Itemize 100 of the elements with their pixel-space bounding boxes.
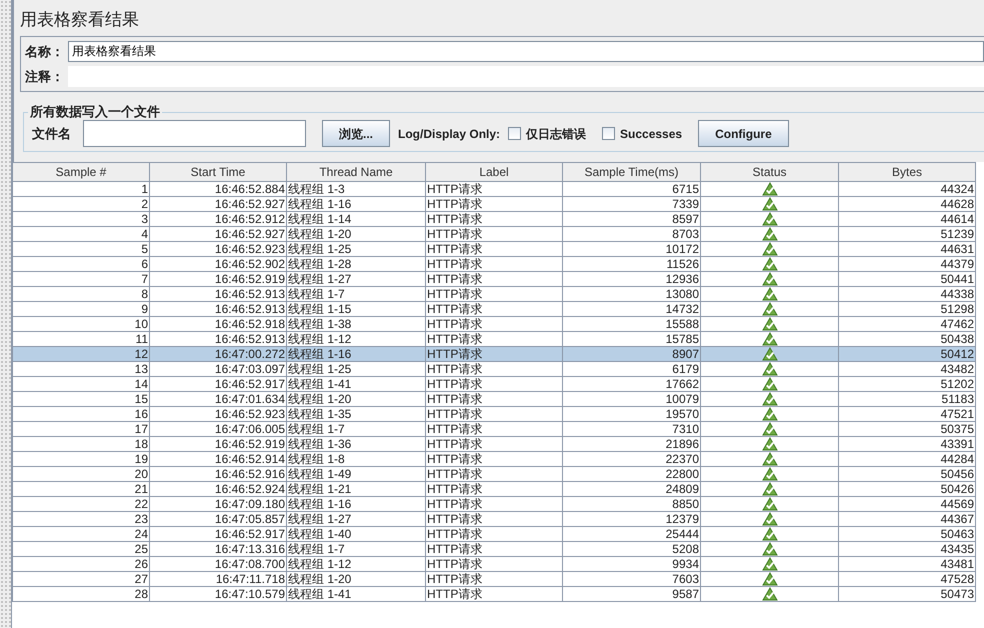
configure-button[interactable]: Configure: [698, 120, 789, 148]
filename-field[interactable]: [83, 120, 306, 148]
table-cell: 51298: [838, 302, 976, 317]
table-cell: 19: [12, 452, 150, 467]
table-cell: 线程组 1-36: [286, 436, 426, 452]
table-cell: 9934: [562, 556, 700, 572]
table-cell: 18: [12, 436, 150, 452]
column-header[interactable]: Sample Time(ms): [562, 162, 700, 182]
table-cell: 13080: [562, 286, 700, 302]
table-cell: 21896: [562, 436, 700, 452]
table-cell: 线程组 1-14: [286, 212, 426, 227]
table-cell: 6715: [562, 182, 700, 197]
table-cell: 线程组 1-8: [286, 452, 426, 467]
table-cell: 9587: [562, 586, 700, 602]
table-cell: 16:46:52.902: [150, 256, 286, 272]
name-field[interactable]: 用表格察看结果: [68, 41, 984, 62]
table-cell: 线程组 1-16: [286, 196, 426, 212]
checkbox[interactable]: [602, 127, 616, 140]
table-cell: 16:46:52.884: [150, 182, 286, 197]
browse-button[interactable]: 浏览...: [322, 120, 390, 148]
table-cell: 47528: [838, 572, 976, 587]
table-cell: 51183: [838, 392, 976, 407]
table-cell: 线程组 1-49: [286, 466, 426, 482]
column-header[interactable]: Bytes: [838, 162, 976, 182]
table-cell: 16:47:05.857: [150, 512, 286, 527]
table-cell: 16:46:52.917: [150, 376, 286, 392]
table-cell: 16:46:52.923: [150, 242, 286, 257]
table-cell: 44284: [838, 452, 976, 467]
table-cell: 5208: [562, 542, 700, 557]
table-cell: 10172: [562, 242, 700, 257]
table-cell: 线程组 1-20: [286, 226, 426, 242]
table-cell: 47521: [838, 406, 976, 422]
table-cell: 27: [12, 572, 150, 587]
column-header[interactable]: Status: [700, 162, 838, 182]
table-cell: 50426: [838, 482, 976, 497]
table-cell: 43435: [838, 542, 976, 557]
table-cell: 8850: [562, 496, 700, 512]
table-cell: HTTP请求: [426, 196, 562, 212]
table-cell: 16:46:52.914: [150, 452, 286, 467]
table-cell: 16:47:13.316: [150, 542, 286, 557]
table-cell: 线程组 1-25: [286, 242, 426, 257]
checkbox[interactable]: [508, 127, 522, 140]
table-cell: HTTP请求: [426, 496, 562, 512]
table-cell: 43481: [838, 556, 976, 572]
table-cell: HTTP请求: [426, 586, 562, 602]
table-cell: 7339: [562, 196, 700, 212]
table-cell: 16:46:52.924: [150, 482, 286, 497]
checkbox-label: Successes: [620, 126, 682, 143]
column-header[interactable]: Label: [426, 162, 562, 182]
table-cell: HTTP请求: [426, 286, 562, 302]
table-cell: 26: [12, 556, 150, 572]
table-cell: 线程组 1-41: [286, 376, 426, 392]
column-header[interactable]: Thread Name: [286, 162, 426, 182]
table-cell: 12: [12, 346, 150, 362]
table-cell: 25: [12, 542, 150, 557]
checkbox-label: 仅日志错误: [526, 126, 586, 143]
table-cell: 20: [12, 466, 150, 482]
table-cell: 44379: [838, 256, 976, 272]
table-cell: 线程组 1-27: [286, 512, 426, 527]
table-cell: 5: [12, 242, 150, 257]
table-cell: 线程组 1-3: [286, 182, 426, 197]
table-cell: 16:47:11.718: [150, 572, 286, 587]
table-cell: 16:47:10.579: [150, 586, 286, 602]
table-cell: 7: [12, 272, 150, 287]
table-cell: 14: [12, 376, 150, 392]
table-cell: 2: [12, 196, 150, 212]
table-cell: 线程组 1-16: [286, 496, 426, 512]
table-cell: 14732: [562, 302, 700, 317]
table-cell: HTTP请求: [426, 526, 562, 542]
column-header[interactable]: Sample #: [12, 162, 150, 182]
table-cell: HTTP请求: [426, 362, 562, 377]
table-cell: 线程组 1-7: [286, 422, 426, 437]
table-cell: 50473: [838, 586, 976, 602]
log-display-label: Log/Display Only:: [398, 126, 500, 143]
table-cell: 12936: [562, 272, 700, 287]
table-cell: 23: [12, 512, 150, 527]
table-cell: 44631: [838, 242, 976, 257]
table-cell: 16:47:06.005: [150, 422, 286, 437]
table-cell: 17662: [562, 376, 700, 392]
table-cell: 25444: [562, 526, 700, 542]
table-cell: 线程组 1-12: [286, 332, 426, 347]
table-cell: HTTP请求: [426, 182, 562, 197]
table-cell: HTTP请求: [426, 556, 562, 572]
table-cell: HTTP请求: [426, 406, 562, 422]
table-cell: 24: [12, 526, 150, 542]
table-cell: 11526: [562, 256, 700, 272]
table-cell: 线程组 1-28: [286, 256, 426, 272]
column-header[interactable]: Start Time: [150, 162, 286, 182]
table-cell: 12379: [562, 512, 700, 527]
table-cell: 50463: [838, 526, 976, 542]
comment-label: 注释：: [24, 68, 65, 86]
table-cell: HTTP请求: [426, 422, 562, 437]
table-cell: 6179: [562, 362, 700, 377]
table-cell: HTTP请求: [426, 392, 562, 407]
table-cell: 9: [12, 302, 150, 317]
table-cell: 6: [12, 256, 150, 272]
table-cell: 13: [12, 362, 150, 377]
table-cell: 15588: [562, 316, 700, 332]
table-cell: 15: [12, 392, 150, 407]
table-cell: 16:47:09.180: [150, 496, 286, 512]
